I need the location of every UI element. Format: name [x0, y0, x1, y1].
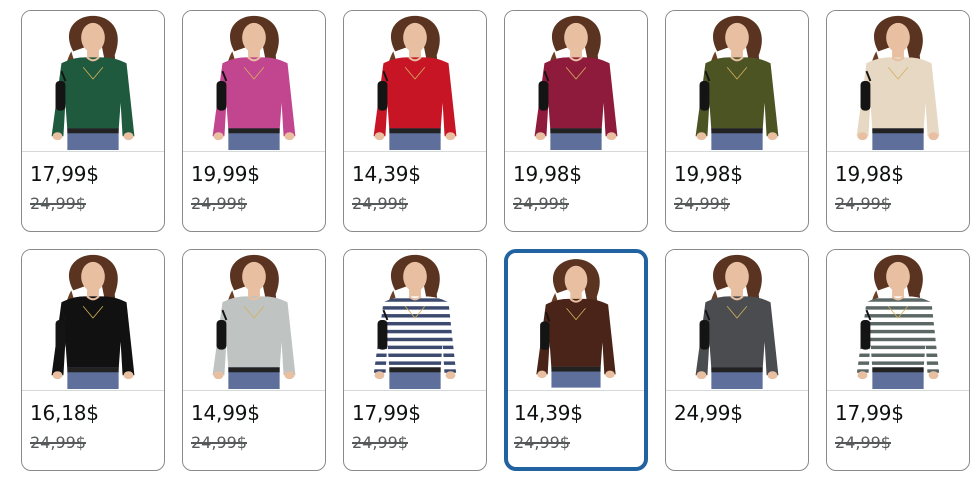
swatch-product-image: [508, 253, 644, 391]
color-swatch[interactable]: 17,99$ 24,99$: [826, 249, 970, 471]
color-swatch[interactable]: 17,99$ 24,99$: [343, 249, 487, 471]
swatch-list-price: 24,99$: [191, 433, 247, 452]
swatch-price: 14,39$: [514, 401, 583, 425]
swatch-price: 19,98$: [513, 162, 582, 186]
swatch-price: 14,39$: [352, 162, 421, 186]
color-swatch[interactable]: 19,98$ 24,99$: [665, 10, 809, 232]
swatch-list-price: 24,99$: [835, 433, 891, 452]
color-swatch[interactable]: 24,99$: [665, 249, 809, 471]
swatch-product-image: [827, 11, 969, 152]
swatch-price: 17,99$: [30, 162, 99, 186]
swatch-product-image: [344, 250, 486, 391]
swatch-list-price: 24,99$: [352, 194, 408, 213]
swatch-price: 17,99$: [352, 401, 421, 425]
color-swatch[interactable]: 19,98$ 24,99$: [826, 10, 970, 232]
swatch-price: 17,99$: [835, 401, 904, 425]
swatch-product-image: [827, 250, 969, 391]
swatch-list-price: 24,99$: [30, 433, 86, 452]
swatch-price: 19,98$: [674, 162, 743, 186]
swatch-price: 19,98$: [835, 162, 904, 186]
color-swatch[interactable]: 19,98$ 24,99$: [504, 10, 648, 232]
swatch-product-image: [344, 11, 486, 152]
swatch-product-image: [666, 11, 808, 152]
color-swatch[interactable]: 17,99$ 24,99$: [21, 10, 165, 232]
color-swatch[interactable]: 14,39$ 24,99$: [343, 10, 487, 232]
color-swatch[interactable]: 16,18$ 24,99$: [21, 249, 165, 471]
swatch-list-price: 24,99$: [835, 194, 891, 213]
swatch-product-image: [505, 11, 647, 152]
swatch-product-image: [22, 11, 164, 152]
swatch-price: 19,99$: [191, 162, 260, 186]
swatch-product-image: [666, 250, 808, 391]
color-swatch-selected[interactable]: 14,39$ 24,99$: [504, 249, 648, 471]
swatch-product-image: [22, 250, 164, 391]
swatch-list-price: 24,99$: [191, 194, 247, 213]
swatch-list-price: 24,99$: [513, 194, 569, 213]
swatch-price: 16,18$: [30, 401, 99, 425]
swatch-list-price: 24,99$: [674, 194, 730, 213]
swatch-product-image: [183, 250, 325, 391]
swatch-price: 24,99$: [674, 401, 743, 425]
swatch-list-price: 24,99$: [30, 194, 86, 213]
swatch-price: 14,99$: [191, 401, 260, 425]
swatch-list-price: 24,99$: [514, 433, 570, 452]
swatch-list-price: 24,99$: [352, 433, 408, 452]
swatch-product-image: [183, 11, 325, 152]
color-swatch-grid: 17,99$ 24,99$ 19,99$ 24,99$ 14,39$ 24,99$ 19,9…: [21, 10, 970, 471]
color-swatch[interactable]: 14,99$ 24,99$: [182, 249, 326, 471]
color-swatch[interactable]: 19,99$ 24,99$: [182, 10, 326, 232]
